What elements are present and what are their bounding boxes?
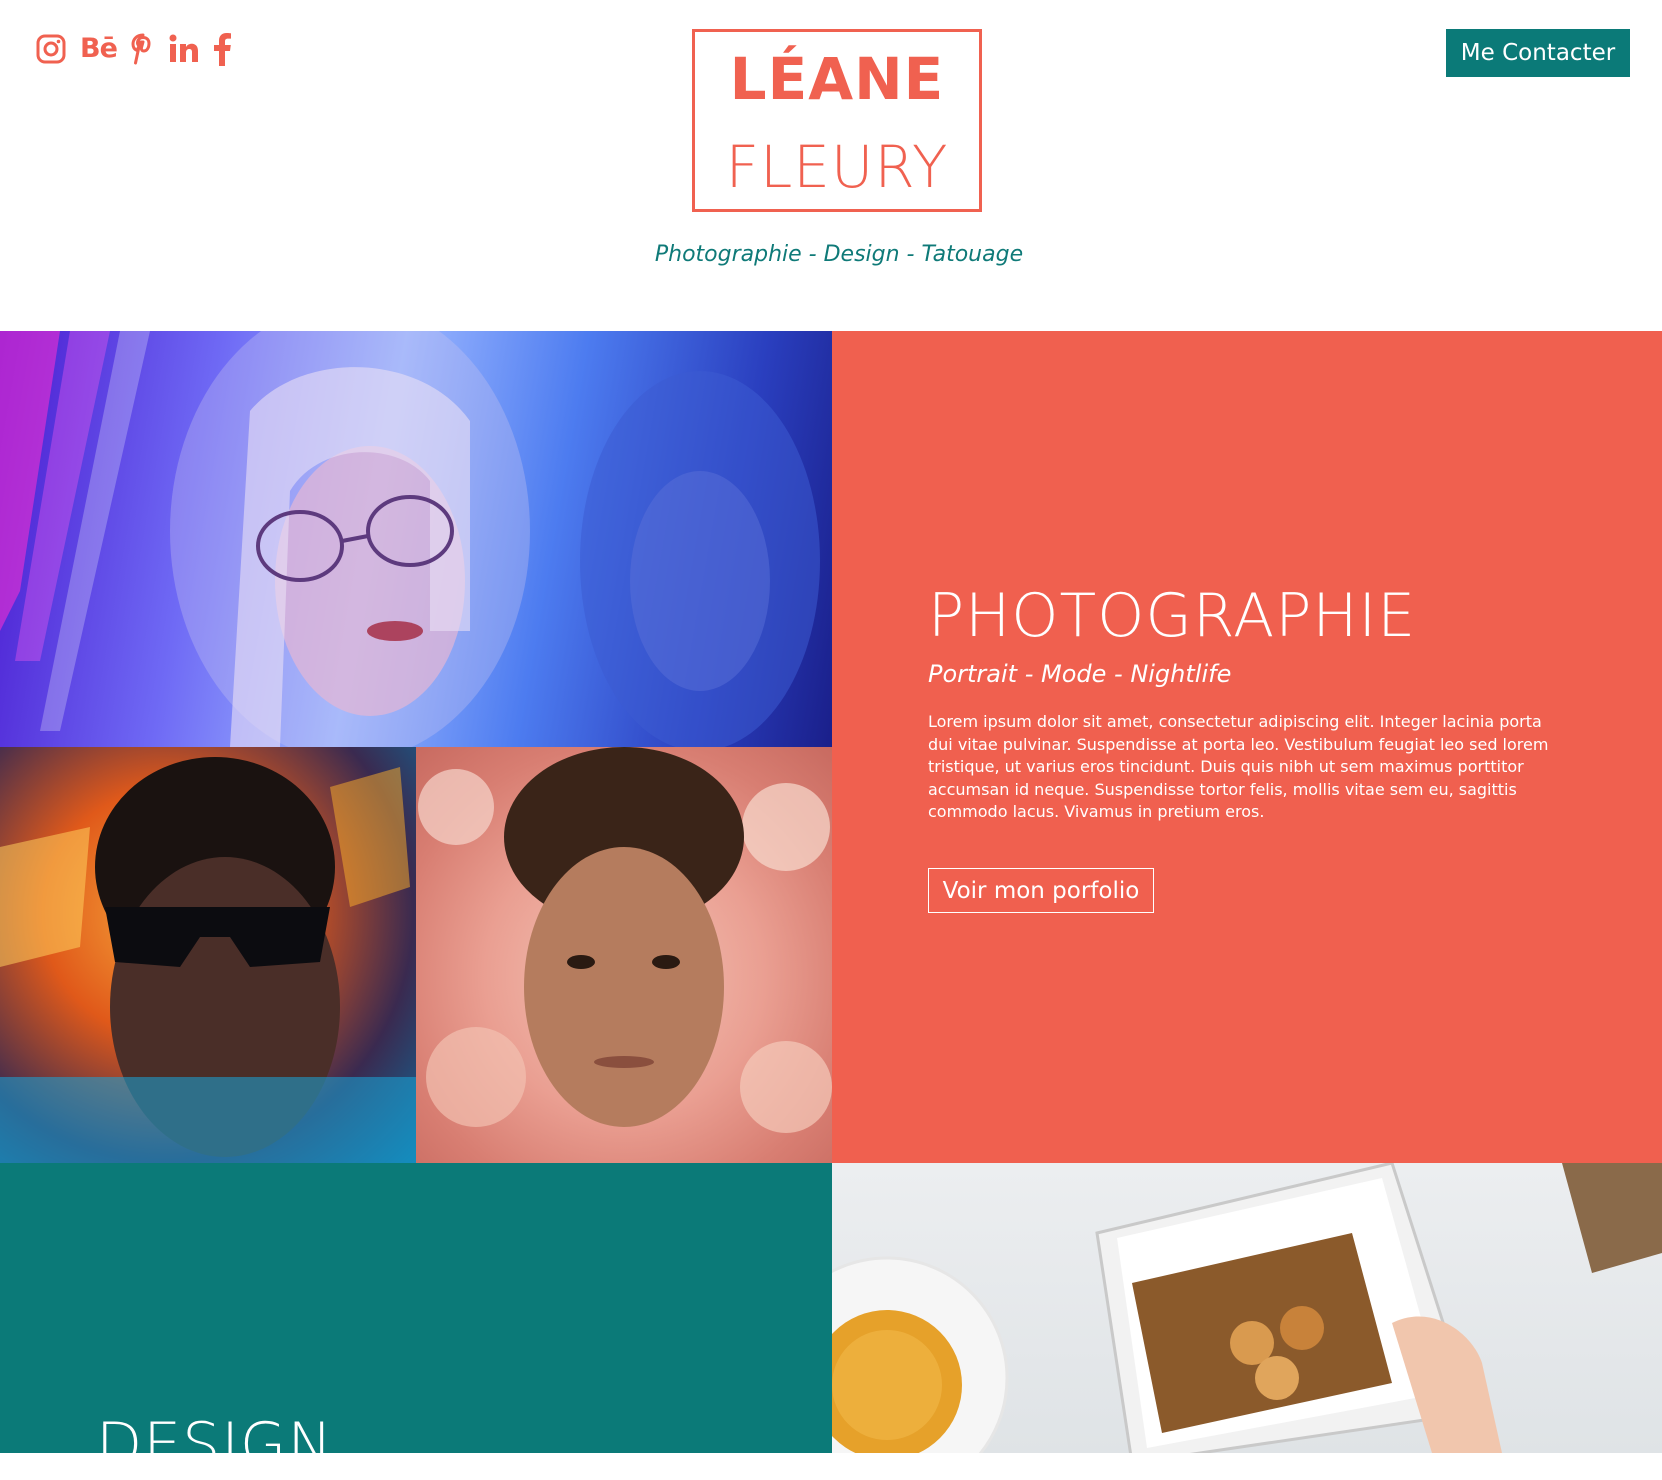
- facebook-icon[interactable]: [213, 32, 231, 66]
- photography-section: PHOTOGRAPHIE Portrait - Mode - Nightlife…: [832, 331, 1662, 1163]
- design-title: DESIGN: [96, 1410, 334, 1480]
- instagram-glyph: [36, 34, 66, 64]
- linkedin-glyph: [169, 34, 198, 62]
- logo-first-name: LÉANE: [729, 45, 945, 113]
- behance-icon[interactable]: Bē: [80, 32, 118, 66]
- photo-tablet-recipe-app-art: [832, 1163, 1662, 1453]
- linkedin-icon[interactable]: [169, 34, 199, 64]
- photo-tablet-recipe-app: [832, 1163, 1662, 1453]
- site-header: Bē LÉANE FLEURY Photographie - Design - …: [0, 0, 1662, 331]
- contact-button[interactable]: Me Contacter: [1446, 29, 1630, 77]
- pinterest-glyph: [131, 33, 151, 65]
- design-section: DESIGN: [0, 1163, 832, 1480]
- portfolio-button[interactable]: Voir mon porfolio: [928, 868, 1154, 913]
- photo-man-sunglasses-neon-art: [0, 757, 416, 1163]
- photo-man-rose-petals-art: [418, 747, 832, 1133]
- facebook-glyph: [213, 33, 231, 66]
- logo-last-name: FLEURY: [725, 133, 949, 201]
- photography-subtitle: Portrait - Mode - Nightlife: [928, 660, 1232, 688]
- photo-neon-portrait-woman-art: [0, 331, 820, 747]
- photography-description: Lorem ipsum dolor sit amet, consectetur …: [928, 712, 1549, 821]
- photo-man-sunglasses-neon: [0, 747, 416, 1163]
- pinterest-icon[interactable]: [131, 33, 155, 65]
- photo-neon-portrait-woman: [0, 331, 832, 747]
- photography-title: PHOTOGRAPHIE: [928, 581, 1417, 651]
- site-tagline: Photographie - Design - Tatouage: [654, 242, 1024, 267]
- instagram-icon[interactable]: [36, 34, 66, 64]
- photo-man-rose-petals: [416, 747, 832, 1163]
- social-links: Bē: [36, 32, 231, 66]
- site-logo[interactable]: LÉANE FLEURY: [692, 29, 982, 212]
